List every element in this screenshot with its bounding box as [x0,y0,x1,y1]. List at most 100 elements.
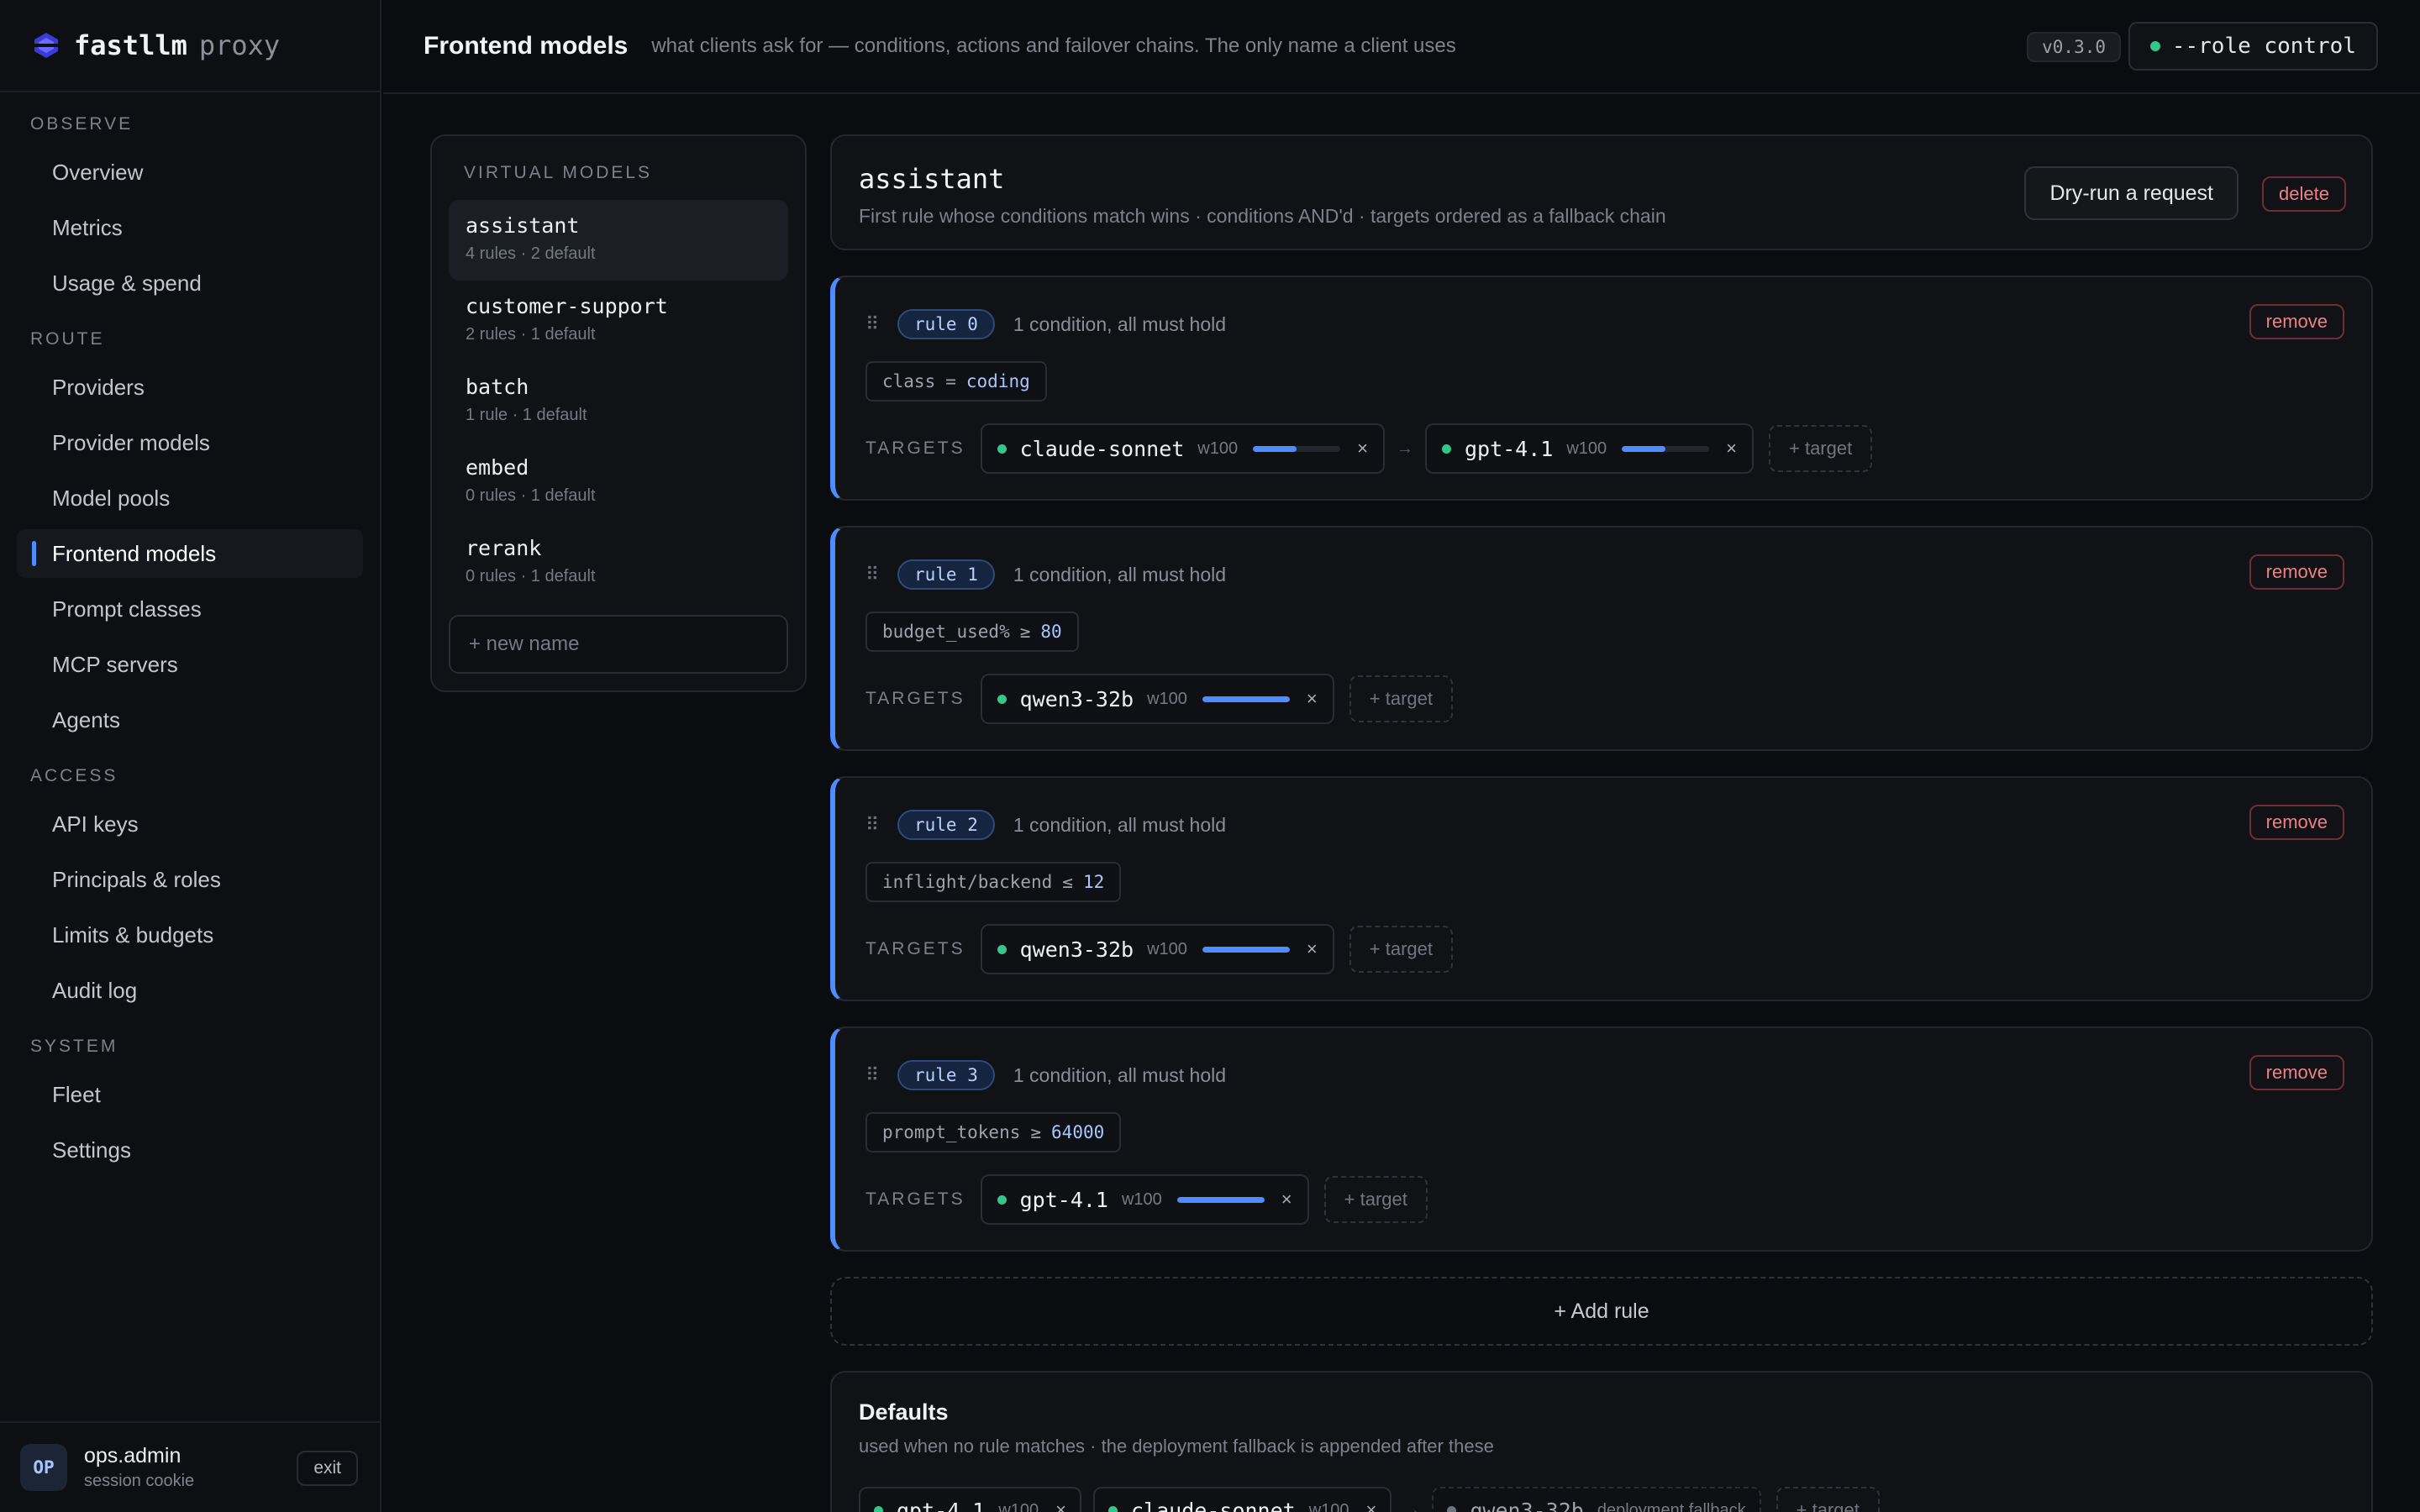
target-chip[interactable]: qwen3-32b w100 × [980,924,1334,974]
targets-label: TARGETS [865,689,965,708]
weight-bar [1202,946,1290,953]
weight-bar-fill [1202,946,1290,953]
weight-bar-fill [1622,445,1666,452]
remove-target-icon[interactable]: × [1357,438,1368,459]
target-name: claude-sonnet [1019,436,1185,461]
remove-rule-button[interactable]: remove [2249,1055,2344,1090]
default-target-chip[interactable]: claude-sonnet w100 × [1093,1487,1392,1512]
sidebar-item-fleet[interactable]: Fleet [17,1070,363,1119]
drag-handle-icon[interactable]: ⠿ [865,313,886,335]
condition-chip[interactable]: class = coding [865,361,1047,402]
sidebar-item-mcp-servers[interactable]: MCP servers [17,640,363,689]
weight-bar [1202,696,1290,702]
remove-target-icon[interactable]: × [1307,938,1318,960]
remove-target-icon[interactable]: × [1055,1499,1066,1512]
default-target-chip[interactable]: gpt-4.1 w100 × [859,1487,1082,1512]
target-chip[interactable]: qwen3-32b w100 × [980,674,1334,724]
rule-badge: rule 0 [897,309,995,339]
sidebar-item-frontend-models[interactable]: Frontend models [17,529,363,578]
target-chip[interactable]: claude-sonnet w100 × [980,423,1385,474]
exit-button[interactable]: exit [297,1451,358,1486]
add-target-button[interactable]: + target [1349,926,1453,973]
add-rule-button[interactable]: + Add rule [830,1277,2373,1346]
target-chip[interactable]: gpt-4.1 w100 × [980,1174,1309,1225]
brand[interactable]: fastllm proxy [0,0,380,92]
delete-button[interactable]: delete [2262,176,2346,212]
condition-field: class [882,371,936,391]
rule-description: 1 condition, all must hold [1013,813,1227,836]
remove-rule-button[interactable]: remove [2249,554,2344,590]
deployment-fallback-chip: qwen3-32b deployment fallback [1432,1487,1761,1512]
sidebar-item-principals-roles[interactable]: Principals & roles [17,855,363,904]
sidebar-item-overview[interactable]: Overview [17,148,363,197]
arrow-right-icon: → [1396,438,1413,458]
role-pill[interactable]: --role control [2128,22,2378,71]
remove-target-icon[interactable]: × [1726,438,1737,459]
remove-target-icon[interactable]: × [1281,1189,1292,1210]
add-target-button[interactable]: + target [1323,1176,1428,1223]
sidebar-item-usage-spend[interactable]: Usage & spend [17,259,363,307]
rule-header: ⠿ rule 3 1 condition, all must hold [865,1060,1226,1090]
target-weight: w100 [1147,939,1187,958]
drag-handle-icon[interactable]: ⠿ [865,814,886,836]
status-dot-icon [1108,1505,1118,1512]
virtual-model-item[interactable]: embed 0 rules · 1 default [449,442,788,522]
virtual-model-name: embed [466,455,529,480]
virtual-models-heading: VIRTUAL MODELS [464,163,653,182]
target-weight: w100 [1147,689,1187,708]
rule-card: ⠿ rule 1 1 condition, all must hold remove b… [830,526,2373,751]
sidebar-item-prompt-classes[interactable]: Prompt classes [17,585,363,633]
target-name: claude-sonnet [1131,1498,1296,1512]
virtual-model-item[interactable]: assistant 4 rules · 2 default [449,200,788,281]
brand-sub: proxy [198,29,281,61]
virtual-model-item[interactable]: batch 1 rule · 1 default [449,361,788,442]
weight-bar-fill [1202,696,1290,702]
brand-name: fastllm [74,29,187,61]
add-target-button[interactable]: + target [1769,425,1873,472]
remove-target-icon[interactable]: × [1307,688,1318,710]
role-label: --role control [2171,34,2356,59]
status-dot-icon [1447,1505,1457,1512]
sidebar-item-model-pools[interactable]: Model pools [17,474,363,522]
condition-chip[interactable]: prompt_tokens ≥64000 [865,1112,1122,1152]
sidebar-item-settings[interactable]: Settings [17,1126,363,1174]
defaults-targets: gpt-4.1 w100 × claude-sonnet w100 × → qw… [859,1487,1880,1512]
sidebar-item-agents[interactable]: Agents [17,696,363,744]
add-target-button[interactable]: + target [1776,1487,1880,1512]
sidebar-item-metrics[interactable]: Metrics [17,203,363,252]
remove-rule-button[interactable]: remove [2249,805,2344,840]
target-name: qwen3-32b [1019,937,1134,962]
nav-section-route: ROUTE [30,329,105,349]
weight-bar [1176,1196,1265,1203]
add-target-button[interactable]: + target [1349,675,1453,722]
condition-chip[interactable]: budget_used% ≥80 [865,612,1079,652]
dry-run-button[interactable]: Dry-run a request [2024,166,2238,220]
sidebar-item-limits-budgets[interactable]: Limits & budgets [17,911,363,959]
target-chip[interactable]: gpt-4.1 w100 × [1424,423,1754,474]
nav-section-access: ACCESS [30,766,118,785]
status-dot-icon [2149,41,2160,51]
sidebar-item-audit-log[interactable]: Audit log [17,966,363,1015]
version-badge: v0.3.0 [2027,32,2121,62]
drag-handle-icon[interactable]: ⠿ [865,1064,886,1086]
remove-rule-button[interactable]: remove [2249,304,2344,339]
sidebar-item-provider-models[interactable]: Provider models [17,418,363,467]
target-weight: w100 [1197,438,1239,458]
virtual-model-item[interactable]: customer-support 2 rules · 1 default [449,281,788,361]
new-model-input[interactable]: + new name [449,615,788,674]
sidebar-item-api-keys[interactable]: API keys [17,800,363,848]
main-content: assistant First rule whose conditions ma… [830,134,2373,1512]
virtual-model-item[interactable]: rerank 0 rules · 1 default [449,522,788,603]
targets-row: TARGETS gpt-4.1 w100 × + target [865,1174,1428,1225]
targets-row: TARGETS qwen3-32b w100 × + target [865,924,1453,974]
sidebar-item-providers[interactable]: Providers [17,363,363,412]
virtual-model-meta: 4 rules · 2 default [466,244,596,263]
virtual-model-meta: 0 rules · 1 default [466,567,596,585]
targets-label: TARGETS [865,438,965,458]
condition-operator: = [945,371,956,391]
condition-chip[interactable]: inflight/backend ≤12 [865,862,1122,902]
remove-target-icon[interactable]: × [1366,1499,1377,1512]
virtual-model-name: batch [466,375,529,399]
drag-handle-icon[interactable]: ⠿ [865,564,886,585]
sidebar-nav: OBSERVE Overview Metrics Usage & spend ROUTE… [0,92,380,1174]
